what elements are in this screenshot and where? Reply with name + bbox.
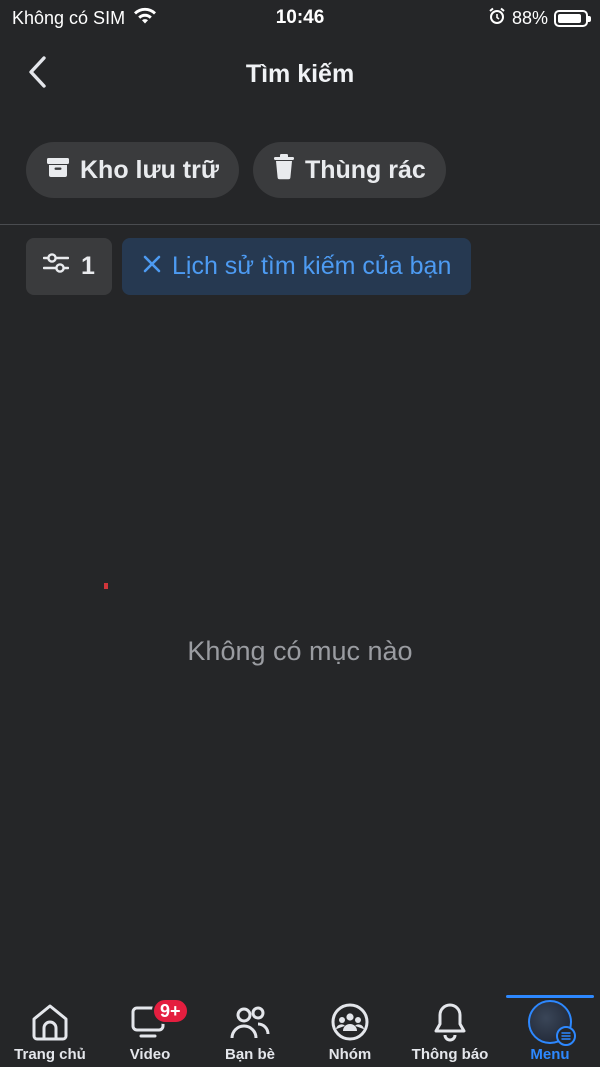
hamburger-icon [556,1026,576,1046]
status-left: Không có SIM [12,7,157,30]
battery-icon [554,9,591,27]
avatar [528,1000,576,1046]
wifi-icon [133,7,157,30]
tab-friends-label: Bạn bè [224,1046,275,1063]
trash-chip-label: Thùng rác [304,155,426,184]
trash-chip[interactable]: Thùng rác [252,142,446,198]
page-title: Tìm kiếm [245,59,355,88]
bell-icon [428,1000,472,1044]
groups-icon [328,1000,372,1044]
tab-menu-label: Menu [530,1046,570,1063]
archive-box-icon [46,155,70,186]
battery-percent: 88% [511,7,548,28]
status-right: 88% [488,7,591,30]
friends-icon [228,1000,272,1044]
search-history-filter-chip[interactable]: Lịch sử tìm kiếm của bạn [122,238,472,295]
red-dot-artifact [104,583,108,589]
tab-groups[interactable]: Nhóm [300,995,400,1067]
tab-notifications[interactable]: Thông báo [400,995,500,1067]
status-bar: Không có SIM 10:46 88% [0,0,600,36]
tab-notifications-label: Thông báo [411,1046,489,1063]
carrier-label: Không có SIM [12,7,126,28]
tab-video-label: Video [129,1046,171,1063]
avatar-menu-icon [528,1000,576,1046]
tab-menu[interactable]: Menu [500,995,600,1067]
archive-chip-label: Kho lưu trữ [80,155,219,184]
home-icon [28,1000,72,1044]
close-icon[interactable] [142,252,162,281]
bottom-tab-bar: Trang chủ 9+ Video Bạn bè Nhóm Thông báo… [0,995,600,1067]
battery-fill [558,13,581,23]
tab-friends[interactable]: Bạn bè [200,995,300,1067]
filter-count: 1 [81,252,95,280]
sliders-icon [42,252,70,281]
tab-home[interactable]: Trang chủ [0,995,100,1067]
filter-button[interactable]: 1 [26,238,112,295]
filter-row: 1 Lịch sử tìm kiếm của bạn [26,238,472,295]
chevron-left-icon [28,55,48,94]
video-icon: 9+ [128,998,189,1044]
alarm-icon [488,7,506,30]
empty-state-message: Không có mục nào [187,636,413,666]
tab-video[interactable]: 9+ Video [100,995,200,1067]
tab-home-label: Trang chủ [14,1046,86,1063]
back-button[interactable] [20,55,56,94]
active-tab-indicator [506,995,594,998]
archive-chip[interactable]: Kho lưu trữ [26,142,239,198]
divider [0,224,600,225]
trash-icon [273,153,295,187]
search-history-filter-label: Lịch sử tìm kiếm của bạn [172,252,452,280]
video-badge: 9+ [152,998,189,1024]
tab-groups-label: Nhóm [328,1046,372,1063]
chip-row: Kho lưu trữ Thùng rác [26,142,446,198]
header: Tìm kiếm [0,44,600,104]
